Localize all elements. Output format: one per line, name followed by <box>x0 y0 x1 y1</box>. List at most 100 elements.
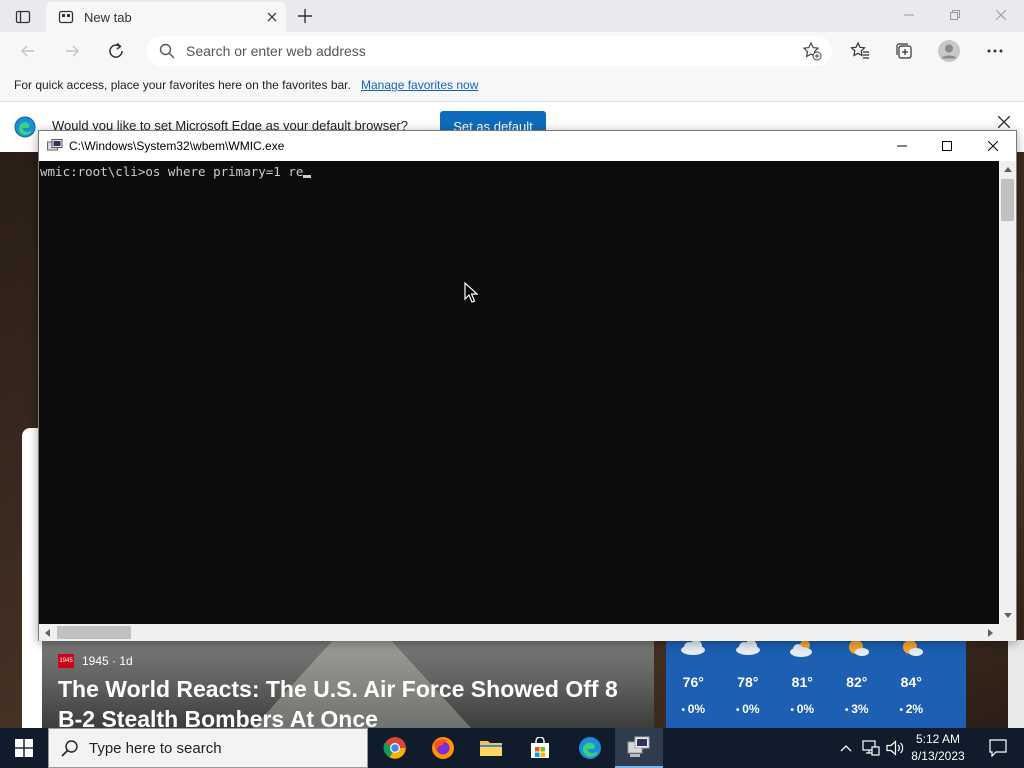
tab-actions-button[interactable] <box>8 6 38 28</box>
taskbar-firefox[interactable] <box>419 728 467 768</box>
news-source: 1945 · 1d <box>82 654 133 668</box>
console-title-bar[interactable]: C:\Windows\System32\wbem\WMIC.exe <box>39 131 1016 161</box>
network-button[interactable] <box>860 728 882 768</box>
wmic-console-window[interactable]: C:\Windows\System32\wbem\WMIC.exe wmic:r… <box>38 130 1017 641</box>
add-favorite-star-icon[interactable] <box>802 41 822 61</box>
show-hidden-icons-button[interactable] <box>836 728 856 768</box>
network-icon <box>862 740 880 756</box>
console-vertical-scrollbar[interactable] <box>999 161 1016 624</box>
collections-button[interactable] <box>889 38 919 64</box>
forward-button[interactable] <box>58 38 86 64</box>
tab-title: New tab <box>84 9 132 25</box>
horizontal-scroll-thumb[interactable] <box>57 626 131 639</box>
maximize-icon <box>942 141 952 151</box>
precipitation-value: 0% <box>796 702 815 716</box>
partly-cloudy-icon <box>789 640 815 663</box>
news-source-logo: 1945 <box>58 654 74 668</box>
chevron-left-icon <box>45 628 50 637</box>
text-cursor <box>303 175 312 178</box>
console-horizontal-scrollbar[interactable] <box>39 624 999 641</box>
edge-logo-icon <box>14 116 36 138</box>
forward-arrow-icon <box>66 45 79 57</box>
weather-temperature: 81° <box>791 674 813 690</box>
taskbar-wmic[interactable] <box>615 728 663 768</box>
console-close-button[interactable] <box>970 131 1016 161</box>
refresh-button[interactable] <box>102 38 130 64</box>
vertical-scroll-thumb[interactable] <box>1001 179 1014 221</box>
browser-close-button[interactable] <box>978 0 1024 30</box>
precipitation-value: 0% <box>742 702 760 716</box>
infobar-close-icon[interactable] <box>998 116 1010 128</box>
console-maximize-button[interactable] <box>924 131 970 161</box>
store-bag-icon <box>531 737 549 758</box>
taskbar-microsoft-store[interactable] <box>516 728 564 768</box>
favorites-button[interactable] <box>845 38 875 64</box>
weather-precipitation: • 0% <box>666 702 721 716</box>
tab-strip: New tab <box>0 0 1024 32</box>
clock-date: 8/13/2023 <box>911 749 965 763</box>
console-output[interactable]: wmic:root\cli>os where primary=1 re <box>39 161 999 624</box>
refresh-icon <box>109 42 123 58</box>
weather-temperature: 82° <box>846 674 868 690</box>
browser-toolbar <box>0 32 1024 70</box>
back-button[interactable] <box>14 38 42 64</box>
weather-day-0[interactable]: 76° • 0% <box>666 640 721 728</box>
notification-icon <box>989 739 1007 757</box>
weather-day-1[interactable]: 78° • 0% <box>721 640 776 728</box>
weather-temperature: 78° <box>737 674 759 690</box>
sun-cloud-icon <box>898 640 924 663</box>
tab-actions-icon <box>15 10 31 24</box>
weather-day-3[interactable]: 82° • 3% <box>830 640 885 728</box>
new-tab-button[interactable] <box>292 4 318 28</box>
page-scrollbar[interactable] <box>1008 640 1024 728</box>
start-button[interactable] <box>0 728 48 768</box>
action-center-button[interactable] <box>978 728 1018 768</box>
weather-forecast-panel[interactable]: 76° • 0% 78° • 0% 81° • 0% 82° • 3% 84° • 2% <box>666 640 966 728</box>
tab-close-button[interactable] <box>258 5 286 29</box>
scroll-down-button[interactable] <box>999 607 1016 624</box>
scroll-left-button[interactable] <box>39 624 56 641</box>
cloud-icon <box>680 640 706 661</box>
close-icon <box>996 10 1006 20</box>
news-headline[interactable]: The World Reacts: The U.S. Air Force Sho… <box>58 674 648 728</box>
address-input[interactable] <box>186 43 746 59</box>
console-command-text: wmic:root\cli>os where primary=1 re <box>40 164 304 179</box>
profile-button[interactable] <box>934 38 964 64</box>
scroll-up-button[interactable] <box>999 161 1016 178</box>
firefox-icon <box>432 737 454 759</box>
news-card[interactable]: 1945 1945 · 1d The World Reacts: The U.S… <box>42 640 654 728</box>
taskbar-chrome[interactable] <box>371 728 419 768</box>
settings-and-more-button[interactable] <box>980 38 1010 64</box>
scroll-right-button[interactable] <box>982 624 999 641</box>
taskbar-search-placeholder: Type here to search <box>89 739 222 757</box>
volume-button[interactable] <box>884 728 906 768</box>
search-icon <box>61 740 78 757</box>
sun-cloud-icon <box>844 640 870 663</box>
minimize-icon <box>904 14 914 16</box>
minimize-icon <box>897 145 907 147</box>
taskbar-file-explorer[interactable] <box>467 728 515 768</box>
mouse-pointer-icon <box>464 282 478 303</box>
search-icon <box>159 43 175 59</box>
weather-precipitation: • 3% <box>830 702 885 716</box>
taskbar-edge[interactable] <box>566 728 614 768</box>
weather-day-4[interactable]: 84° • 2% <box>884 640 939 728</box>
cloud-icon <box>735 640 761 661</box>
manage-favorites-link[interactable]: Manage favorites now <box>361 78 478 92</box>
address-bar[interactable] <box>146 36 832 66</box>
weather-day-2[interactable]: 81° • 0% <box>775 640 830 728</box>
weather-temperature: 76° <box>682 674 704 690</box>
browser-minimize-button[interactable] <box>886 0 932 30</box>
taskbar-clock[interactable]: 5:12 AM 8/13/2023 <box>908 731 968 765</box>
taskbar-search-box[interactable]: Type here to search <box>48 728 368 768</box>
clock-time: 5:12 AM <box>915 732 961 746</box>
new-tab-page-icon <box>58 10 74 24</box>
browser-restore-button[interactable] <box>932 0 978 30</box>
tab-new-tab[interactable]: New tab <box>46 2 286 32</box>
chevron-right-icon <box>988 628 993 637</box>
wmic-app-icon <box>627 736 650 757</box>
plus-icon <box>298 9 312 23</box>
scrollbar-corner <box>999 624 1016 641</box>
console-minimize-button[interactable] <box>879 131 925 161</box>
weather-precipitation: • 0% <box>721 702 776 716</box>
